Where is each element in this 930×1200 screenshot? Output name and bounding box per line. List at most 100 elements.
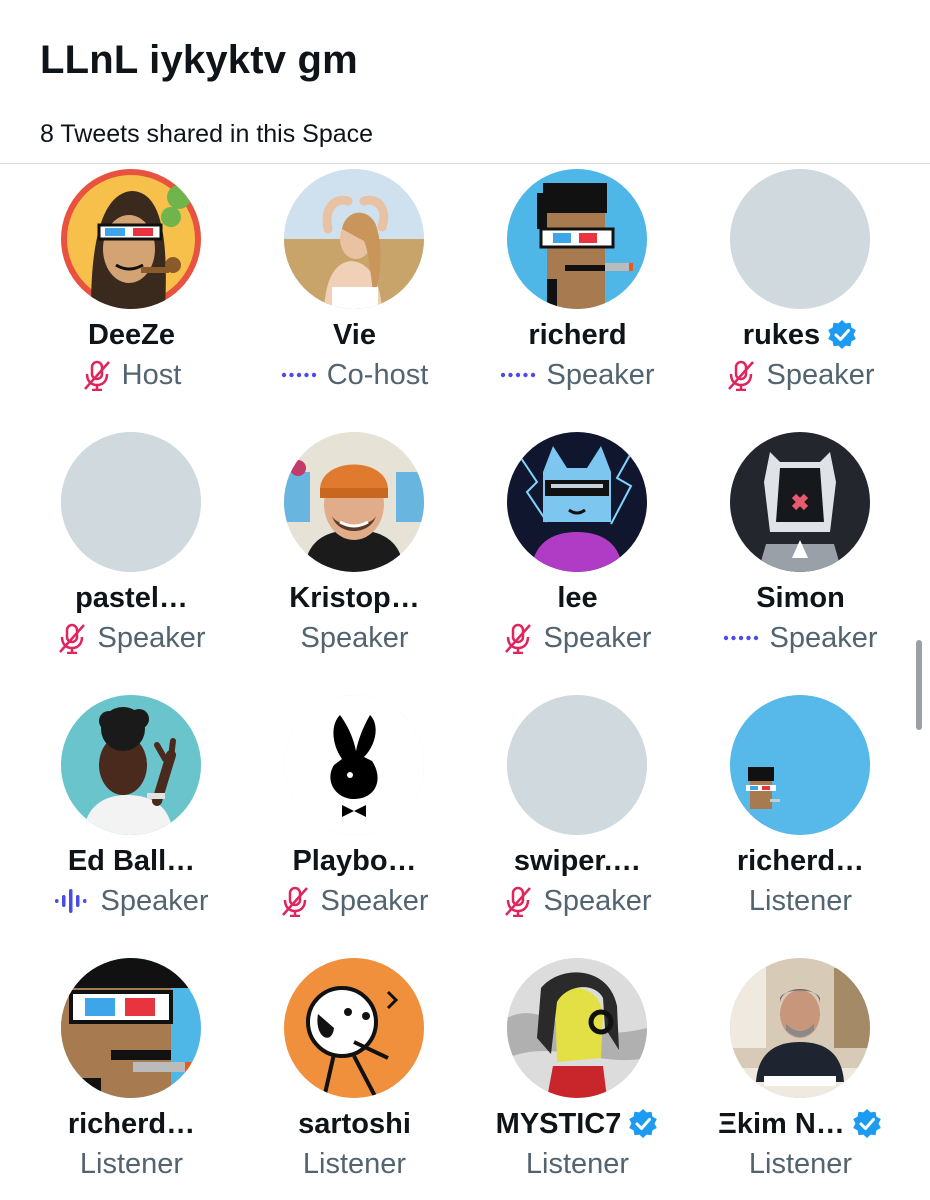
participant-name: Ξkim N… [718,1107,845,1140]
participant-role: Speaker [766,358,875,391]
participant-card[interactable]: lee Speaker [466,428,689,691]
participant-card[interactable]: DeeZe Host [20,165,243,428]
participant-role: Co-host [326,358,429,391]
participant-card[interactable]: Kristop… Speaker [243,428,466,691]
tweets-shared-link[interactable]: 8 Tweets shared in this Space [40,120,373,149]
speaking-waveform-icon [54,887,90,915]
participant-role: Listener [79,1147,184,1180]
name-row: richerd [466,315,689,355]
avatar[interactable] [507,432,647,572]
participant-role: Speaker [100,884,209,917]
name-row: pastel… [20,578,243,618]
avatar[interactable] [507,169,647,309]
avatar[interactable] [61,432,201,572]
participant-name: MYSTIC7 [495,1107,622,1140]
participant-role: Speaker [97,621,206,654]
avatar[interactable] [284,432,424,572]
role-row: Host [20,355,243,395]
participant-role: Host [121,358,182,391]
role-row: Listener [466,1144,689,1184]
participant-name: swiper.… [513,844,642,877]
name-row: Ed Ball… [20,841,243,881]
participant-name: richerd… [67,1107,196,1140]
participant-role: Listener [302,1147,407,1180]
participant-role: Speaker [320,884,429,917]
participant-name: Vie [332,318,376,351]
participant-name: Simon [756,581,845,614]
participant-role: Listener [748,884,853,917]
participant-card[interactable]: Vie Co-host [243,165,466,428]
space-header: LLnL iykyktv gm 8 Tweets shared in this … [0,0,930,164]
verified-badge-icon [627,1108,659,1140]
mic-muted-icon [82,359,112,391]
avatar[interactable] [507,695,647,835]
avatar[interactable] [730,432,870,572]
participant-role: Speaker [769,621,878,654]
avatar[interactable] [730,695,870,835]
participant-role: Listener [748,1147,853,1180]
participant-card[interactable]: rukes Speaker [689,165,912,428]
role-row: Speaker [20,618,243,658]
space-title: LLnL iykyktv gm [40,38,358,82]
scrollbar-thumb[interactable] [916,640,922,730]
participant-card[interactable]: sartoshi Listener [243,954,466,1200]
mic-muted-icon [726,359,756,391]
participant-name: Playbo… [292,844,417,877]
participant-role: Speaker [543,884,652,917]
participant-role: Speaker [546,358,655,391]
name-row: Vie [243,315,466,355]
participant-name: Ed Ball… [67,844,196,877]
mic-muted-icon [503,622,533,654]
mic-muted-icon [503,885,533,917]
participant-card[interactable]: swiper.… Speaker [466,691,689,954]
name-row: rukes [689,315,912,355]
avatar[interactable] [284,695,424,835]
avatar[interactable] [61,695,201,835]
participant-name: lee [557,581,598,614]
participant-card[interactable]: MYSTIC7 Listener [466,954,689,1200]
name-row: richerd… [20,1104,243,1144]
role-row: Speaker [689,355,912,395]
role-row: Speaker [689,618,912,658]
participant-name: rukes [742,318,821,351]
name-row: MYSTIC7 [466,1104,689,1144]
connecting-dots-icon [723,633,759,643]
avatar[interactable] [284,958,424,1098]
verified-badge-icon [826,319,858,351]
participant-name: DeeZe [87,318,176,351]
name-row: Simon [689,578,912,618]
role-row: Listener [689,881,912,921]
participant-card[interactable]: richerd… Listener [689,691,912,954]
role-row: Listener [20,1144,243,1184]
participant-card[interactable]: richerd… Listener [20,954,243,1200]
avatar[interactable] [730,958,870,1098]
participant-name: sartoshi [298,1107,411,1140]
participant-name: pastel… [75,581,188,614]
mic-muted-icon [280,885,310,917]
participant-card[interactable]: Ξkim N… Listener [689,954,912,1200]
participant-card[interactable]: pastel… Speaker [20,428,243,691]
avatar[interactable] [507,958,647,1098]
mic-muted-icon [57,622,87,654]
name-row: swiper.… [466,841,689,881]
verified-badge-icon [851,1108,883,1140]
participant-card[interactable]: Playbo… Speaker [243,691,466,954]
participant-card[interactable]: Simon Speaker [689,428,912,691]
name-row: richerd… [689,841,912,881]
avatar[interactable] [730,169,870,309]
participant-card[interactable]: Ed Ball… Speaker [20,691,243,954]
role-row: Speaker [466,618,689,658]
role-row: Speaker [243,881,466,921]
avatar[interactable] [284,169,424,309]
avatar[interactable] [61,958,201,1098]
name-row: Kristop… [243,578,466,618]
name-row: sartoshi [243,1104,466,1144]
role-row: Listener [243,1144,466,1184]
name-row: lee [466,578,689,618]
avatar[interactable] [61,169,201,309]
role-row: Speaker [243,618,466,658]
participant-role: Speaker [300,621,409,654]
participant-name: richerd… [736,844,865,877]
participant-name: richerd [528,318,627,351]
participant-card[interactable]: richerd Speaker [466,165,689,428]
